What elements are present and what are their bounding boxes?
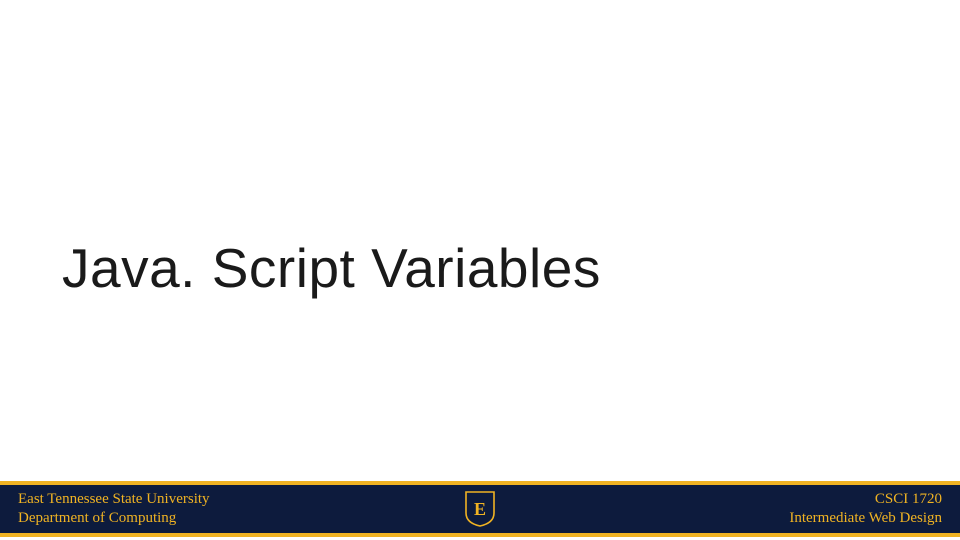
footer-university: East Tennessee State University xyxy=(18,490,210,509)
slide-footer: East Tennessee State University Departme… xyxy=(0,481,960,540)
footer-band: East Tennessee State University Departme… xyxy=(0,485,960,533)
footer-bottom-border xyxy=(0,533,960,537)
footer-course-code: CSCI 1720 xyxy=(875,490,942,509)
logo-letter: E xyxy=(474,499,486,519)
footer-department: Department of Computing xyxy=(18,509,210,528)
slide: Java. Script Variables East Tennessee St… xyxy=(0,0,960,540)
footer-left-block: East Tennessee State University Departme… xyxy=(18,490,210,528)
footer-right-block: CSCI 1720 Intermediate Web Design xyxy=(789,490,942,528)
shield-icon: E xyxy=(465,491,495,527)
footer-logo: E xyxy=(465,491,495,527)
slide-title: Java. Script Variables xyxy=(62,236,601,300)
footer-course-title: Intermediate Web Design xyxy=(789,509,942,528)
